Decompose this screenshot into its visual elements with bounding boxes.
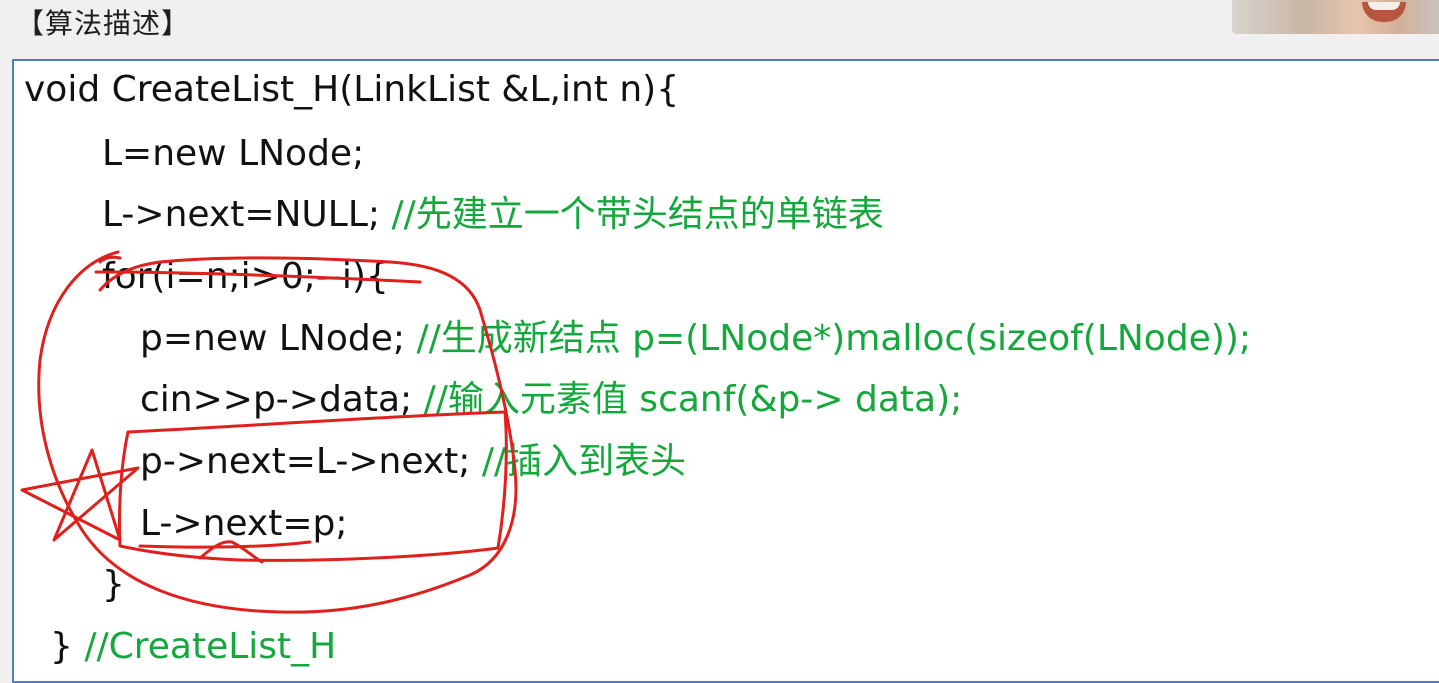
code-comment: //先建立一个带头结点的单链表 xyxy=(391,194,884,235)
code-line: } xyxy=(102,562,125,608)
code-text: } xyxy=(102,564,125,605)
code-line: for(i=n;i>0;--i){ xyxy=(102,254,389,300)
code-text: cin>>p->data; xyxy=(140,379,424,420)
code-line: p=new LNode; //生成新结点 p=(LNode*)malloc(si… xyxy=(140,316,1251,362)
code-line: } //CreateList_H xyxy=(50,624,336,670)
algorithm-description-heading: 【算法描述】 xyxy=(16,7,191,40)
code-text: p->next=L->next; xyxy=(140,441,471,482)
code-block: void CreateList_H(LinkList &L,int n){ L=… xyxy=(12,59,1439,683)
code-text: L=new LNode; xyxy=(102,133,365,174)
code-line: cin>>p->data; //输入元素值 scanf(&p-> data); xyxy=(140,377,962,423)
code-line: L->next=NULL; //先建立一个带头结点的单链表 xyxy=(102,192,884,238)
code-line: void CreateList_H(LinkList &L,int n){ xyxy=(24,67,679,113)
code-text: L->next=NULL; xyxy=(102,194,392,235)
code-comment: //输入元素值 scanf(&p-> data); xyxy=(423,379,963,420)
code-text: for(i=n;i>0;--i){ xyxy=(102,256,389,297)
code-text: } xyxy=(50,626,85,667)
code-comment: //CreateList_H xyxy=(84,626,337,667)
code-text: void CreateList_H(LinkList &L,int n){ xyxy=(24,69,680,110)
code-line: L=new LNode; xyxy=(102,131,364,177)
code-line: L->next=p; xyxy=(140,501,347,547)
code-text: p=new LNode; xyxy=(140,318,417,359)
code-comment: //生成新结点 p=(LNode*)malloc(sizeof(LNode)); xyxy=(416,318,1252,359)
presenter-webcam-thumbnail xyxy=(1232,0,1439,34)
slide: 【算法描述】 void CreateList_H(LinkList &L,int… xyxy=(0,0,1439,683)
presenter-teeth xyxy=(1368,2,1400,10)
code-comment: //插入到表头 xyxy=(470,441,687,482)
code-text: L->next=p; xyxy=(140,503,348,544)
code-line: p->next=L->next; //插入到表头 xyxy=(140,439,686,485)
